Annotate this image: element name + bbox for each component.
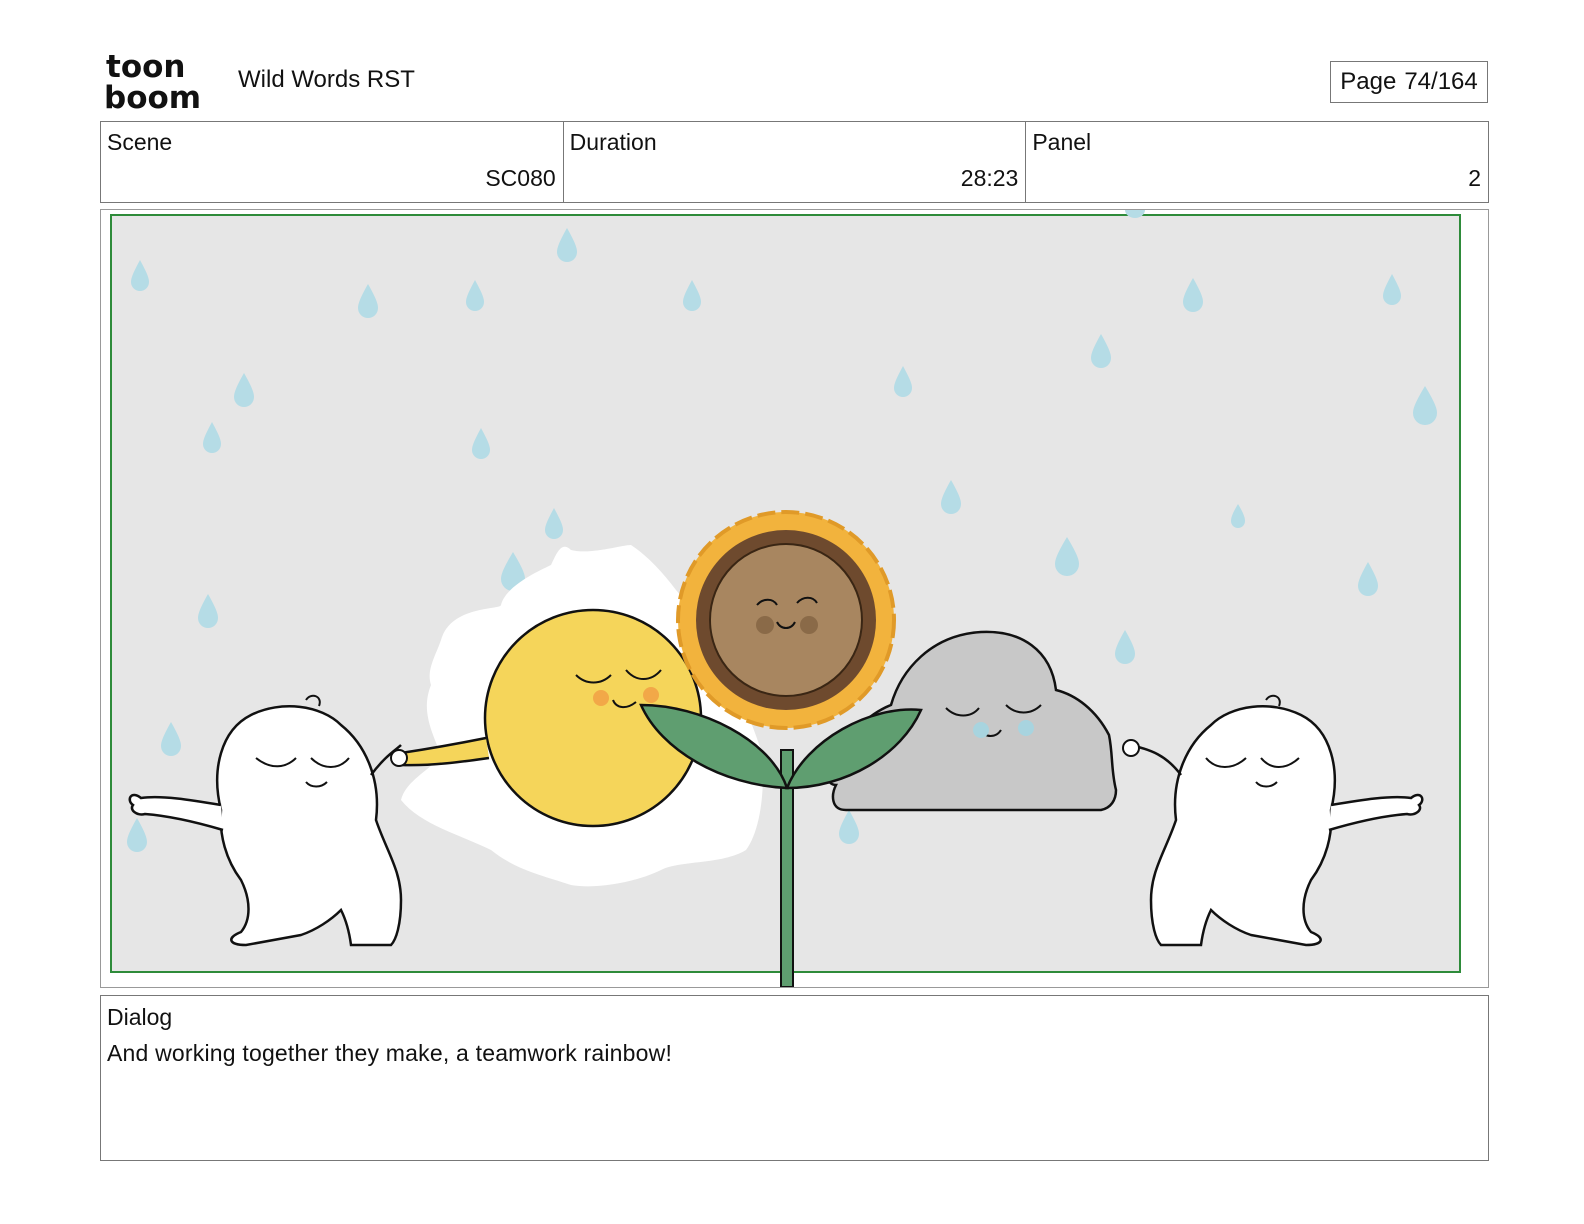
- scene-label: Scene: [107, 129, 173, 155]
- panel-artwork: [110, 210, 1461, 987]
- panel-value: 2: [1468, 165, 1482, 191]
- page-number: 74/164: [1404, 68, 1478, 95]
- scene-cell: Scene SC080: [101, 122, 564, 202]
- storyboard-panel: [100, 209, 1489, 988]
- page-indicator: Page 74/164: [1330, 61, 1488, 103]
- panel-label: Panel: [1032, 129, 1092, 155]
- panel-info-row: Scene SC080 Duration 28:23 Panel 2: [100, 121, 1489, 203]
- page-label: Page: [1340, 68, 1397, 95]
- project-title: Wild Words RST: [238, 66, 415, 93]
- panel-cell: Panel 2: [1026, 122, 1488, 202]
- duration-cell: Duration 28:23: [564, 122, 1027, 202]
- dialog-box: Dialog And working together they make, a…: [100, 995, 1489, 1161]
- dialog-text: And working together they make, a teamwo…: [107, 1040, 673, 1066]
- toon-boom-logo: toon boom: [104, 50, 201, 112]
- duration-value: 28:23: [960, 165, 1019, 191]
- logo-line-2: boom: [104, 80, 201, 112]
- scene-value: SC080: [485, 165, 556, 191]
- duration-label: Duration: [569, 129, 657, 155]
- dialog-label: Dialog: [107, 1004, 173, 1030]
